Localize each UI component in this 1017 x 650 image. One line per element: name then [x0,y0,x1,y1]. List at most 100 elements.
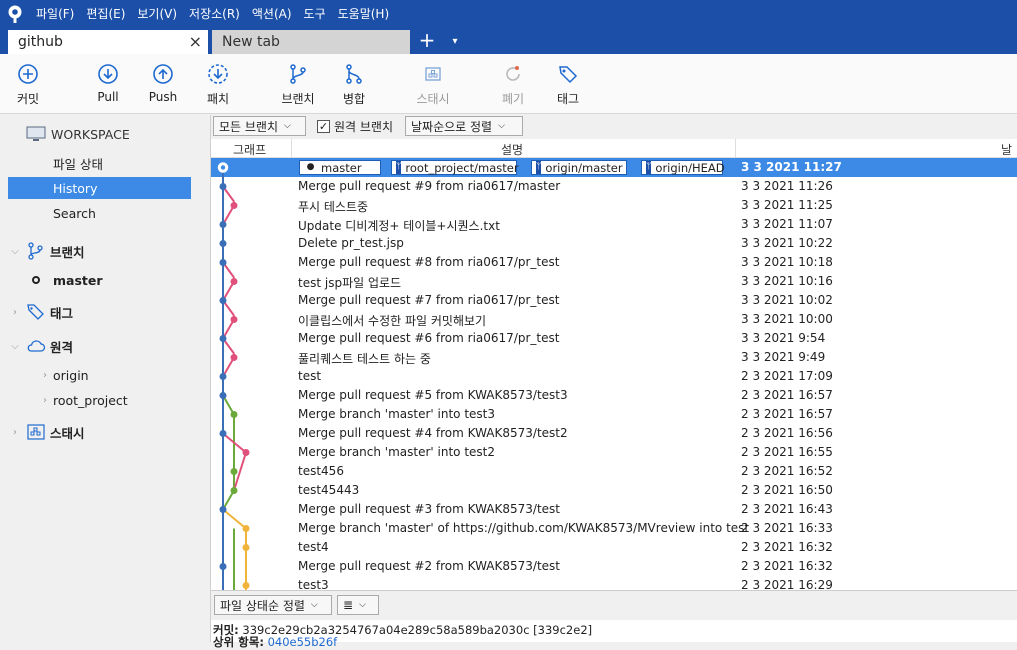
pull-button[interactable]: Pull [80,62,136,104]
table-row[interactable]: test4 2 3 2021 16:32 [211,538,1017,557]
chevron-down-icon: ⌵ [310,600,318,610]
graph-node [219,430,227,437]
table-row[interactable]: test456 2 3 2021 16:52 [211,462,1017,481]
table-row[interactable]: 이클립스에서 수정한 파일 커밋해보기 3 3 2021 10:00 [211,310,1017,329]
table-row[interactable]: Merge branch 'master' into test3 2 3 2021… [211,405,1017,424]
menu-help[interactable]: 도움말(H) [332,0,396,28]
ref-badge[interactable]: ● master [299,160,381,175]
remote-branches-checkbox[interactable]: ✓ 원격 브랜치 [317,118,393,135]
sidebar-item-origin[interactable]: › origin [8,364,191,386]
file-sort-dropdown[interactable]: 파일 상태순 정렬 ⌵ [214,595,332,615]
graph-edge [222,508,247,530]
sidebar-item-master[interactable]: master [8,269,191,291]
discard-icon [506,66,520,81]
tab-github[interactable]: github × [8,30,208,54]
table-row[interactable]: Update 디비계정+ 테이블+시퀀스.txt 3 3 2021 11:07 [211,215,1017,234]
commit-description: test [298,369,322,383]
table-row[interactable]: test3 2 3 2021 16:29 [211,576,1017,590]
stash-label: 스태시 [50,425,85,441]
menu-repository[interactable]: 저장소(R) [183,0,246,28]
table-row[interactable]: test 2 3 2021 17:09 [211,367,1017,386]
tab-new[interactable]: New tab [212,30,410,54]
table-row[interactable]: Merge pull request #7 from ria0617/pr_te… [211,291,1017,310]
tag-icon [27,304,44,320]
table-row[interactable]: Merge pull request #6 from ria0617/pr_te… [211,329,1017,348]
graph-node [230,411,238,418]
column-graph[interactable]: 그래프 [233,141,266,158]
tab-label: New tab [222,34,280,50]
menu-file[interactable]: 파일(F) [30,0,80,28]
ref-badge[interactable]: ᛘ origin/master [531,160,627,175]
commit-date: 2 3 2021 16:56 [741,426,833,440]
table-row[interactable]: ● master ᛘ root_project/master ᛘ origin/maste… [211,158,1017,177]
table-row[interactable]: test45443 2 3 2021 16:50 [211,481,1017,500]
sort-dropdown[interactable]: 날짜순으로 정렬 ⌵ [405,116,523,136]
table-row[interactable]: Merge pull request #4 from KWAK8573/test… [211,424,1017,443]
commit-date: 2 3 2021 17:09 [741,369,833,383]
table-row[interactable]: Merge branch 'master' into test2 2 3 2021… [211,443,1017,462]
table-row[interactable]: 푸시 테스트중 3 3 2021 11:25 [211,196,1017,215]
menu-view[interactable]: 보기(V) [131,0,183,28]
table-row[interactable]: Merge pull request #8 from ria0617/pr_te… [211,253,1017,272]
commit-date: 3 3 2021 11:27 [741,160,842,174]
table-row[interactable]: Merge pull request #2 from KWAK8573/test… [211,557,1017,576]
branch-filter-dropdown[interactable]: 모든 브랜치 ⌵ [213,116,306,136]
sidebar-item-search[interactable]: Search [8,202,191,224]
tab-strip: github × New tab + ▾ [0,28,1017,54]
commit-list[interactable]: ● master ᛘ root_project/master ᛘ origin/maste… [211,158,1017,590]
commit-button[interactable]: 커밋 [0,62,56,107]
parent-label: 상위 항목: [213,635,264,649]
head-node-center [220,165,226,170]
sidebar-workspace-header[interactable]: WORKSPACE [26,123,209,145]
branch-button[interactable]: 브랜치 [270,62,326,107]
table-row[interactable]: Merge pull request #3 from KWAK8573/test… [211,500,1017,519]
menu-edit[interactable]: 편집(E) [80,0,131,28]
arrow-down-circle-icon [98,64,118,84]
ref-badge[interactable]: ᛘ root_project/master [391,160,519,175]
table-row[interactable]: Merge pull request #5 from KWAK8573/test… [211,386,1017,405]
stash-button[interactable]: 스태시 [405,62,461,107]
add-tab-button[interactable]: + [416,28,438,54]
table-row[interactable]: Merge pull request #9 from ria0617/maste… [211,177,1017,196]
fetch-button[interactable]: 패치 [190,62,246,107]
sidebar-item-root-project[interactable]: › root_project [8,389,191,411]
table-row[interactable]: test jsp파일 업로드 3 3 2021 10:16 [211,272,1017,291]
chevron-down-icon: ⌵ [498,121,505,131]
menu-actions[interactable]: 액션(A) [246,0,298,28]
push-button[interactable]: Push [135,62,191,104]
sidebar-branches-header[interactable]: ⌵ 브랜치 [8,240,191,262]
column-description[interactable]: 설명 [501,141,523,158]
sort-value: 날짜순으로 정렬 [411,119,493,134]
ref-badge[interactable]: ᛘ origin/HEAD [641,160,725,175]
close-tab-icon[interactable]: × [189,32,202,51]
graph-node [242,525,250,532]
bottom-toolbar: 파일 상태순 정렬 ⌵ ≣ ⌵ [211,590,1017,620]
table-row[interactable]: Merge branch 'master' of https://github.… [211,519,1017,538]
graph-node [230,354,238,361]
parent-hash-link[interactable]: 040e55b26f [268,635,338,649]
tag-button[interactable]: 태그 [540,62,596,107]
sidebar-tags-header[interactable]: › 태그 [8,301,191,323]
stash-icon [425,67,441,81]
menu-tools[interactable]: 도구 [298,0,332,28]
branch-filter-value: 모든 브랜치 [219,119,279,134]
plus-circle-icon [18,64,38,84]
commit-description: Merge pull request #2 from KWAK8573/test [298,559,561,573]
sidebar-remotes-header[interactable]: ⌵ 원격 [8,335,191,357]
tab-dropdown-icon[interactable]: ▾ [448,28,462,54]
sidebar-item-history[interactable]: History [8,177,191,199]
commit-date: 2 3 2021 16:29 [741,578,833,590]
view-mode-dropdown[interactable]: ≣ ⌵ [337,595,379,615]
graph-node [230,468,238,475]
discard-button[interactable]: 폐기 [485,62,541,107]
merge-button[interactable]: 병합 [326,62,382,107]
commit-description: Merge pull request #9 from ria0617/maste… [298,179,561,193]
commit-date: 2 3 2021 16:52 [741,464,833,478]
sidebar-stash-header[interactable]: › 스태시 [8,421,191,443]
table-row[interactable]: Delete pr_test.jsp 3 3 2021 10:22 [211,234,1017,253]
commit-date: 3 3 2021 10:16 [741,274,833,288]
sidebar-item-file-status[interactable]: 파일 상태 [8,152,191,174]
table-row[interactable]: 풀리퀘스트 테스트 하는 중 3 3 2021 9:49 [211,348,1017,367]
commit-description: Delete pr_test.jsp [298,236,404,250]
commit-description: Merge pull request #7 from ria0617/pr_te… [298,293,560,307]
